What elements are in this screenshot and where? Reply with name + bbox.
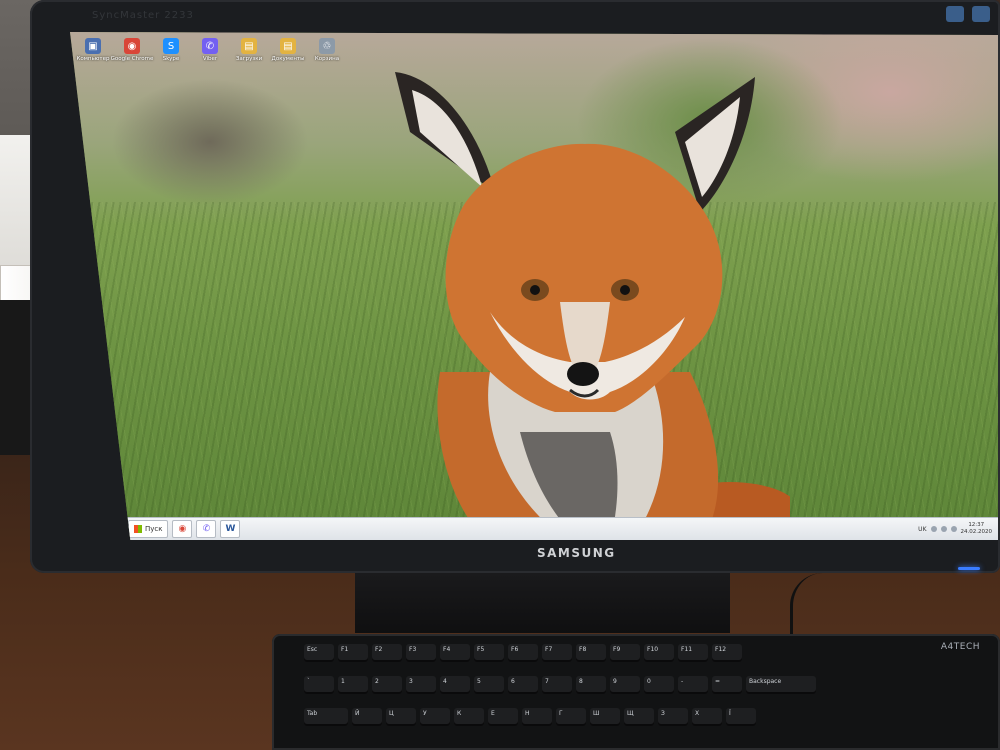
desktop-icon-downloads[interactable]: ▤ Загрузки	[234, 38, 264, 62]
key: F1	[338, 644, 368, 662]
key: 7	[542, 676, 572, 694]
windows-logo-icon	[134, 525, 142, 533]
key: F2	[372, 644, 402, 662]
desktop-screen: ▣ Компьютер ◉ Google Chrome S Skype ✆ Vi…	[70, 32, 998, 540]
taskbar-word-button[interactable]: W	[220, 520, 241, 538]
key: F10	[644, 644, 674, 662]
key: Н	[522, 708, 552, 726]
volume-icon[interactable]	[940, 526, 947, 532]
key: F5	[474, 644, 504, 662]
key: F8	[576, 644, 606, 662]
desktop-icon-label: Загрузки	[235, 56, 263, 62]
taskbar: Пуск ◉ ✆ W UK 12:37 24.02.2020	[70, 517, 998, 540]
key: 6	[508, 676, 538, 694]
key: 5	[474, 676, 504, 694]
folder-icon: ▤	[280, 38, 296, 54]
keyboard-row-numbers: ` 1 2 3 4 5 6 7 8 9 0 - = Backspace	[304, 676, 816, 694]
key: Х	[692, 708, 722, 726]
key: F11	[678, 644, 708, 662]
clock-time: 12:37	[968, 522, 985, 528]
recycle-bin-icon: ♲	[319, 38, 335, 54]
clock-date: 24.02.2020	[960, 529, 993, 535]
key-backspace: Backspace	[746, 676, 816, 694]
chrome-icon: ◉	[124, 38, 140, 54]
viber-icon: ✆	[202, 524, 211, 534]
skype-icon: S	[163, 38, 179, 54]
fox-wallpaper-image	[395, 72, 790, 540]
desktop-icon-label: Viber	[202, 56, 218, 62]
viber-icon: ✆	[202, 38, 218, 54]
taskbar-clock[interactable]: 12:37 24.02.2020	[961, 522, 993, 536]
key: 9	[610, 676, 640, 694]
desktop-icon-skype[interactable]: S Skype	[156, 38, 186, 62]
key: F3	[406, 644, 436, 662]
status-icon	[972, 6, 990, 22]
key: 1	[338, 676, 368, 694]
chrome-icon: ◉	[178, 524, 187, 534]
start-button[interactable]: Пуск	[128, 520, 169, 538]
desktop-icon-viber[interactable]: ✆ Viber	[195, 38, 225, 62]
key: F4	[440, 644, 470, 662]
key: 0	[644, 676, 674, 694]
desktop-icon-label: Документы	[271, 56, 305, 62]
key: 8	[576, 676, 606, 694]
desktop-icon-label: Google Chrome	[110, 56, 154, 62]
key: Ц	[386, 708, 416, 726]
power-led	[958, 567, 980, 570]
monitor-model-label: SyncMaster 2233	[92, 10, 194, 21]
taskbar-viber-button[interactable]: ✆	[196, 520, 217, 538]
desktop-icon-label: Корзина	[314, 56, 340, 62]
keyboard-brand: A4TECH	[940, 642, 980, 652]
key: Ї	[726, 708, 756, 726]
key: Ш	[590, 708, 620, 726]
key: F7	[542, 644, 572, 662]
key: F9	[610, 644, 640, 662]
system-tray: UK 12:37 24.02.2020	[918, 522, 992, 536]
key: З	[658, 708, 688, 726]
monitor-brand: SAMSUNG	[537, 546, 616, 560]
desktop-icon-computer[interactable]: ▣ Компьютер	[76, 38, 110, 62]
key: Esc	[304, 644, 334, 662]
start-label: Пуск	[145, 525, 163, 533]
word-icon: W	[225, 524, 236, 534]
key: 4	[440, 676, 470, 694]
desktop-icon-chrome[interactable]: ◉ Google Chrome	[111, 38, 153, 62]
key: F12	[712, 644, 742, 662]
desktop-icon-documents[interactable]: ▤ Документы	[271, 38, 305, 62]
desktop-icon-label: Компьютер	[76, 56, 110, 62]
key: -	[678, 676, 708, 694]
key: У	[420, 708, 450, 726]
key: 2	[372, 676, 402, 694]
desktop-icon-recycle-bin[interactable]: ♲ Корзина	[312, 38, 342, 62]
monitor-top-icons	[946, 6, 990, 22]
folder-icon: ▤	[241, 38, 257, 54]
key-tab: Tab	[304, 708, 348, 726]
webcam-icon	[946, 6, 964, 22]
key: Е	[488, 708, 518, 726]
taskbar-chrome-button[interactable]: ◉	[172, 520, 193, 538]
action-center-icon[interactable]	[950, 526, 957, 532]
keyboard: A4TECH Esc F1 F2 F3 F4 F5 F6 F7 F8 F9 F1…	[272, 634, 1000, 750]
network-icon[interactable]	[930, 526, 937, 532]
key: F6	[508, 644, 538, 662]
key: Г	[556, 708, 586, 726]
keyboard-row-function: Esc F1 F2 F3 F4 F5 F6 F7 F8 F9 F10 F11 F…	[304, 644, 742, 662]
language-indicator[interactable]: UK	[918, 526, 926, 533]
key: =	[712, 676, 742, 694]
desktop-icon-label: Skype	[162, 56, 180, 62]
desktop-icons: ▣ Компьютер ◉ Google Chrome S Skype ✆ Vi…	[76, 38, 342, 62]
monitor-stand	[355, 573, 730, 633]
key: К	[454, 708, 484, 726]
key: Щ	[624, 708, 654, 726]
key: Й	[352, 708, 382, 726]
computer-icon: ▣	[85, 38, 101, 54]
photo-scene: SyncMaster 2233 SAMSUNG ▣ Компьютер ◉ Go…	[0, 0, 1000, 750]
keyboard-row-letters: Tab Й Ц У К Е Н Г Ш Щ З Х Ї	[304, 708, 756, 726]
key: `	[304, 676, 334, 694]
key: 3	[406, 676, 436, 694]
